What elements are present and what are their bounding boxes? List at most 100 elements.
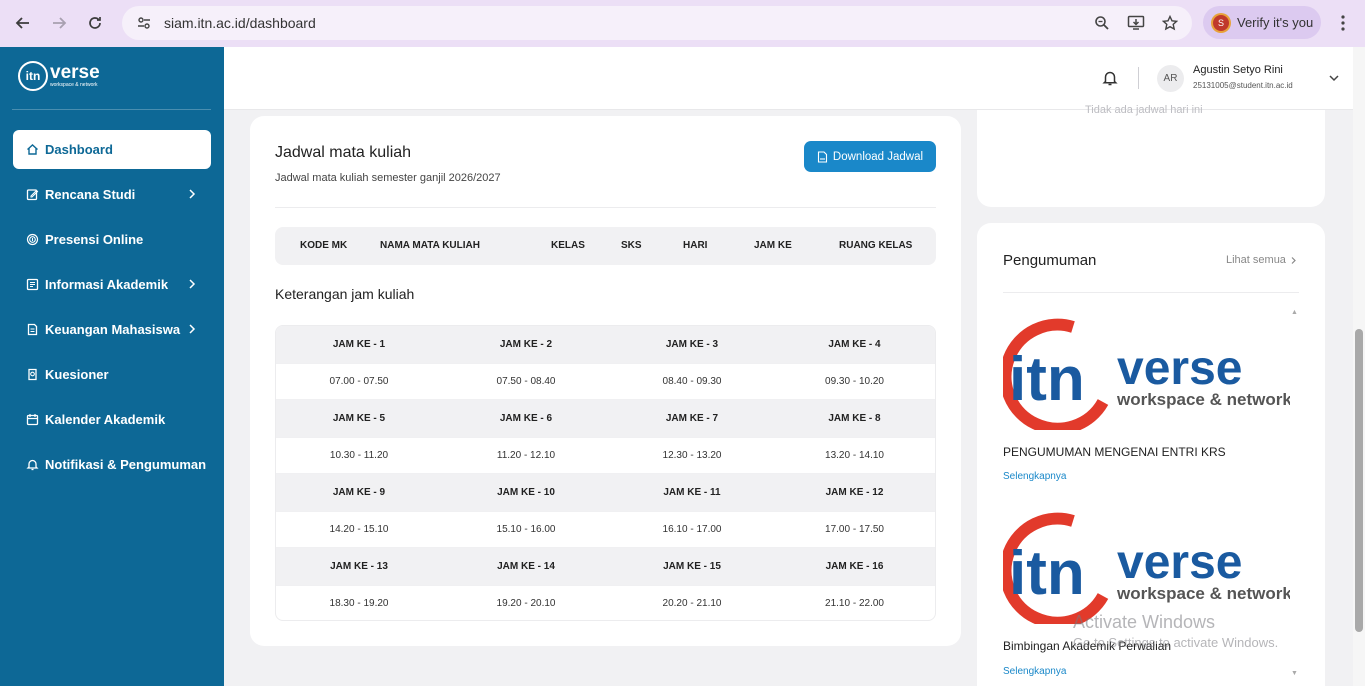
schedule-table-header: KODE MK NAMA MATA KULIAH KELAS SKS HARI …: [275, 227, 936, 265]
itnverse-logo-image: itn verse workspace & network: [1003, 318, 1290, 430]
sidebar-item-rencana-studi[interactable]: Rencana Studi: [13, 175, 211, 214]
card-divider: [275, 207, 936, 208]
jam-time: 12.30 - 13.20: [610, 437, 774, 474]
bookmark-star-icon[interactable]: [1160, 13, 1180, 33]
jam-label: JAM KE - 12: [825, 487, 884, 498]
col-sks: SKS: [621, 240, 642, 251]
jam-time: 09.30 - 10.20: [774, 363, 935, 400]
sidebar-item-label: Presensi Online: [45, 232, 144, 247]
image-text: verse: [1117, 536, 1242, 589]
schedule-title: Jadwal mata kuliah: [275, 144, 412, 161]
jam-label: JAM KE - 9: [332, 487, 386, 498]
sidebar-menu: Dashboard Rencana Studi Presensi Online …: [13, 130, 211, 490]
empty-schedule-text: Tidak ada jadwal hari ini: [1085, 104, 1203, 116]
jam-label: JAM KE - 5: [332, 413, 386, 424]
see-all-link[interactable]: Lihat semua: [1226, 254, 1298, 266]
jam-label: JAM KE - 7: [665, 413, 719, 424]
back-icon[interactable]: [5, 5, 41, 41]
jam-label: JAM KE - 11: [663, 487, 721, 498]
sidebar-item-informasi-akademik[interactable]: Informasi Akademik: [13, 265, 211, 304]
info-board-icon: [26, 278, 39, 291]
fingerprint-icon: [26, 233, 39, 246]
sidebar-item-label: Kuesioner: [45, 367, 109, 382]
watermark-line1: Activate Windows: [1073, 612, 1216, 632]
image-mark: itn: [1009, 539, 1085, 608]
document-icon: [26, 323, 39, 336]
chevron-down-icon[interactable]: [1327, 71, 1341, 85]
avatar[interactable]: AR: [1157, 65, 1184, 92]
verify-profile-button[interactable]: S Verify it's you: [1203, 6, 1321, 39]
sidebar-item-keuangan-mahasiswa[interactable]: Keuangan Mahasiswa: [13, 310, 211, 349]
user-name[interactable]: Agustin Setyo Rini: [1193, 64, 1283, 76]
header-separator: [1138, 67, 1139, 89]
chevron-right-icon: [189, 279, 196, 289]
calendar-icon: [26, 413, 39, 426]
questionnaire-icon: [26, 368, 39, 381]
jam-label: JAM KE - 10: [497, 487, 555, 498]
jam-kuliah-table: JAM KE - 1 JAM KE - 2 JAM KE - 3 JAM KE …: [275, 325, 936, 621]
image-text: verse: [1117, 342, 1242, 395]
col-nama-mata-kuliah: NAMA MATA KULIAH: [380, 240, 480, 251]
more-menu-icon[interactable]: [1333, 12, 1353, 34]
itnverse-logo[interactable]: itn verse workspace & network: [18, 61, 100, 91]
user-email: 25131005@student.itn.ac.id: [1193, 81, 1293, 90]
reload-icon[interactable]: [77, 5, 113, 41]
sidebar-item-label: Keuangan Mahasiswa: [45, 322, 181, 337]
scrollbar-thumb[interactable]: [1355, 329, 1363, 632]
jam-label: JAM KE - 2: [499, 339, 553, 350]
pdf-file-icon: [817, 150, 827, 163]
jam-kuliah-title: Keterangan jam kuliah: [275, 286, 415, 302]
app-header: AR Agustin Setyo Rini 25131005@student.i…: [224, 47, 1365, 110]
announcement-image[interactable]: itn verse workspace & network: [1003, 506, 1290, 624]
jam-time: 16.10 - 17.00: [610, 511, 774, 548]
sidebar-item-dashboard[interactable]: Dashboard: [13, 130, 211, 169]
verify-label: Verify it's you: [1237, 15, 1314, 30]
zoom-icon[interactable]: [1092, 13, 1112, 33]
table-row: JAM KE - 1 JAM KE - 2 JAM KE - 3 JAM KE …: [276, 326, 935, 363]
table-row: 14.20 - 15.10 15.10 - 16.00 16.10 - 17.0…: [276, 511, 935, 548]
jam-label: JAM KE - 16: [825, 561, 884, 572]
sidebar-item-label: Rencana Studi: [45, 187, 136, 202]
jam-time: 17.00 - 17.50: [774, 511, 935, 548]
jam-label: JAM KE - 1: [332, 339, 386, 350]
site-settings-icon[interactable]: [134, 13, 154, 33]
sidebar-item-label: Informasi Akademik: [45, 277, 169, 292]
logo-mark: itn: [18, 61, 48, 91]
sidebar-divider: [12, 109, 211, 110]
jam-label: JAM KE - 6: [499, 413, 553, 424]
address-bar[interactable]: siam.itn.ac.id/dashboard: [122, 6, 1192, 40]
jam-label: JAM KE - 4: [828, 339, 881, 350]
download-schedule-button[interactable]: Download Jadwal: [804, 141, 936, 172]
schedule-card: Jadwal mata kuliah Jadwal mata kuliah se…: [250, 116, 961, 646]
activate-windows-watermark: Activate Windows Go to Settings to activ…: [1073, 612, 1278, 650]
announcement-image[interactable]: itn verse workspace & network: [1003, 312, 1290, 430]
install-app-icon[interactable]: [1126, 13, 1146, 33]
sidebar-item-notifikasi-pengumuman[interactable]: Notifikasi & Pengumuman: [13, 445, 211, 484]
sidebar: itn verse workspace & network Dashboard …: [0, 47, 224, 686]
chevron-right-icon: [189, 189, 196, 199]
url-text[interactable]: siam.itn.ac.id/dashboard: [164, 15, 316, 31]
col-kode-mk: KODE MK: [300, 240, 348, 251]
sidebar-item-label: Notifikasi & Pengumuman: [45, 457, 207, 472]
announcement-title[interactable]: PENGUMUMAN MENGENAI ENTRI KRS: [1003, 445, 1226, 459]
sidebar-item-presensi-online[interactable]: Presensi Online: [13, 220, 211, 259]
jam-time: 14.20 - 15.10: [276, 511, 442, 548]
read-more-link[interactable]: Selengkapnya: [1003, 471, 1066, 482]
jam-label: JAM KE - 15: [663, 561, 721, 572]
jam-label: JAM KE - 14: [497, 561, 555, 572]
edit-icon: [26, 188, 39, 201]
scroll-down-icon[interactable]: ▼: [1291, 670, 1298, 677]
forward-icon[interactable]: [41, 5, 77, 41]
read-more-link[interactable]: Selengkapnya: [1003, 666, 1066, 677]
table-row: 07.00 - 07.50 07.50 - 08.40 08.40 - 09.3…: [276, 363, 935, 400]
sidebar-item-label: Kalender Akademik: [45, 412, 166, 427]
table-row: 10.30 - 11.20 11.20 - 12.10 12.30 - 13.2…: [276, 437, 935, 474]
scroll-up-icon[interactable]: ▲: [1291, 309, 1298, 316]
sidebar-item-kuesioner[interactable]: Kuesioner: [13, 355, 211, 394]
table-row: JAM KE - 5 JAM KE - 6 JAM KE - 7 JAM KE …: [276, 400, 935, 437]
sidebar-item-kalender-akademik[interactable]: Kalender Akademik: [13, 400, 211, 439]
page-scrollbar[interactable]: [1353, 47, 1365, 686]
jam-time: 08.40 - 09.30: [610, 363, 774, 400]
profile-badge: S: [1213, 14, 1229, 31]
notification-bell-icon[interactable]: [1101, 69, 1119, 87]
